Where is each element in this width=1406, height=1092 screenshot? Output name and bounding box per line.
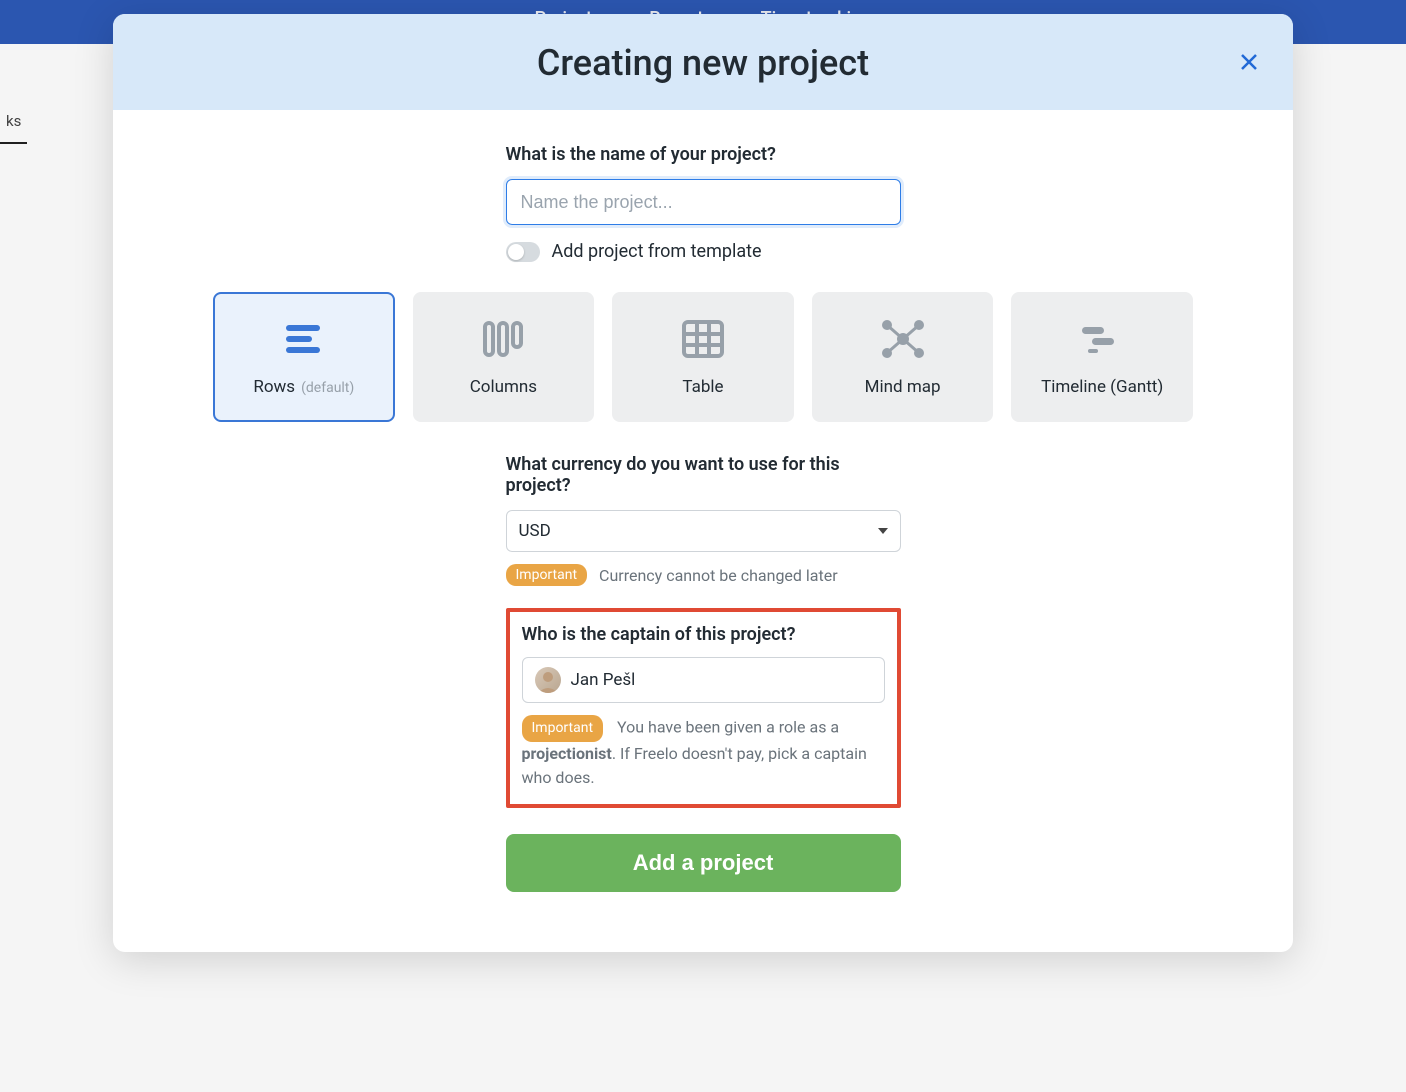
currency-value: USD: [519, 521, 551, 541]
template-toggle[interactable]: [506, 242, 540, 262]
view-label-text: Mind map: [865, 377, 941, 397]
view-label-text: Table: [682, 377, 723, 397]
close-button[interactable]: [1235, 48, 1263, 76]
captain-label: Who is the captain of this project?: [522, 624, 885, 645]
template-toggle-label: Add project from template: [552, 241, 762, 262]
currency-select[interactable]: USD: [506, 510, 901, 552]
project-name-label: What is the name of your project?: [506, 144, 901, 165]
view-label-suffix: (default): [301, 380, 354, 396]
modal-body: What is the name of your project? Add pr…: [113, 110, 1293, 952]
view-timeline[interactable]: Timeline (Gantt): [1011, 292, 1193, 422]
create-project-modal: Creating new project What is the name of…: [113, 14, 1293, 952]
view-selector: Rows (default) Columns: [213, 292, 1193, 422]
view-columns[interactable]: Columns: [413, 292, 595, 422]
avatar: [535, 667, 561, 693]
view-table[interactable]: Table: [612, 292, 794, 422]
columns-icon: [481, 317, 525, 361]
close-icon: [1239, 52, 1259, 72]
captain-select[interactable]: Jan Pešl: [522, 657, 885, 703]
mindmap-icon: [879, 317, 927, 361]
captain-note-bold: projectionist: [522, 744, 612, 763]
currency-hint: Currency cannot be changed later: [599, 566, 838, 585]
captain-note-text-1: You have been given a role as a: [617, 718, 839, 737]
modal-title: Creating new project: [133, 42, 1273, 84]
view-label-text: Timeline (Gantt): [1041, 377, 1163, 397]
important-badge: Important: [522, 715, 604, 742]
currency-label: What currency do you want to use for thi…: [506, 454, 901, 496]
modal-backdrop: Creating new project What is the name of…: [0, 0, 1406, 1092]
modal-header: Creating new project: [113, 14, 1293, 110]
timeline-icon: [1080, 317, 1124, 361]
captain-value: Jan Pešl: [571, 670, 636, 690]
captain-note: Important You have been given a role as …: [522, 715, 885, 790]
captain-section: Who is the captain of this project? Jan …: [506, 608, 901, 808]
project-name-input[interactable]: [506, 179, 901, 225]
view-label-text: Rows: [253, 377, 295, 397]
view-label-text: Columns: [470, 377, 537, 397]
view-rows[interactable]: Rows (default): [213, 292, 395, 422]
caret-down-icon: [878, 528, 888, 534]
view-mindmap[interactable]: Mind map: [812, 292, 994, 422]
table-icon: [681, 317, 725, 361]
important-badge: Important: [506, 564, 588, 586]
rows-icon: [282, 317, 326, 361]
add-project-button[interactable]: Add a project: [506, 834, 901, 892]
